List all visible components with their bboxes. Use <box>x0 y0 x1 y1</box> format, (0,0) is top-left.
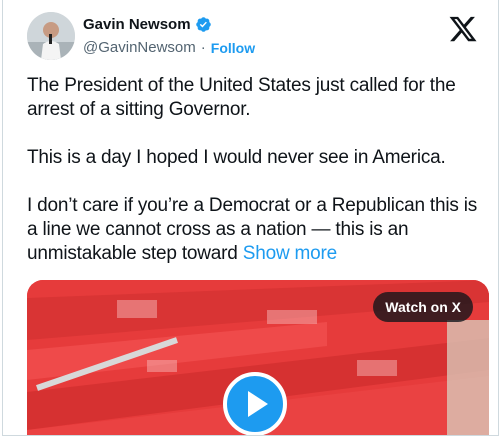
play-button[interactable] <box>223 372 287 435</box>
show-more-link[interactable]: Show more <box>243 243 337 264</box>
tweet-paragraph: This is a day I hoped I would never see … <box>27 147 446 168</box>
author-handle-row: @GavinNewsom · Follow <box>83 39 255 56</box>
tweet-text: The President of the United States just … <box>27 74 487 266</box>
video-thumbnail[interactable]: Watch on X <box>27 280 489 435</box>
avatar-photo-icon <box>27 12 75 60</box>
author-name[interactable]: Gavin Newsom <box>83 16 191 33</box>
play-icon <box>248 391 268 417</box>
separator-dot: · <box>200 39 206 56</box>
tweet-paragraph: The President of the United States just … <box>27 75 456 120</box>
tweet-header: Gavin Newsom @GavinNewsom · Follow <box>27 12 488 64</box>
avatar[interactable] <box>27 12 75 60</box>
verified-badge-icon <box>195 17 211 32</box>
author-handle[interactable]: @GavinNewsom <box>83 39 196 56</box>
x-logo-icon[interactable] <box>448 14 478 44</box>
author-name-row: Gavin Newsom <box>83 16 212 33</box>
tweet-paragraph-last: I don’t care if you’re a Democrat or a R… <box>27 194 487 266</box>
follow-button[interactable]: Follow <box>211 40 255 56</box>
tweet-card: Gavin Newsom @GavinNewsom · Follow The P… <box>2 0 499 436</box>
watch-on-x-button[interactable]: Watch on X <box>373 292 473 322</box>
